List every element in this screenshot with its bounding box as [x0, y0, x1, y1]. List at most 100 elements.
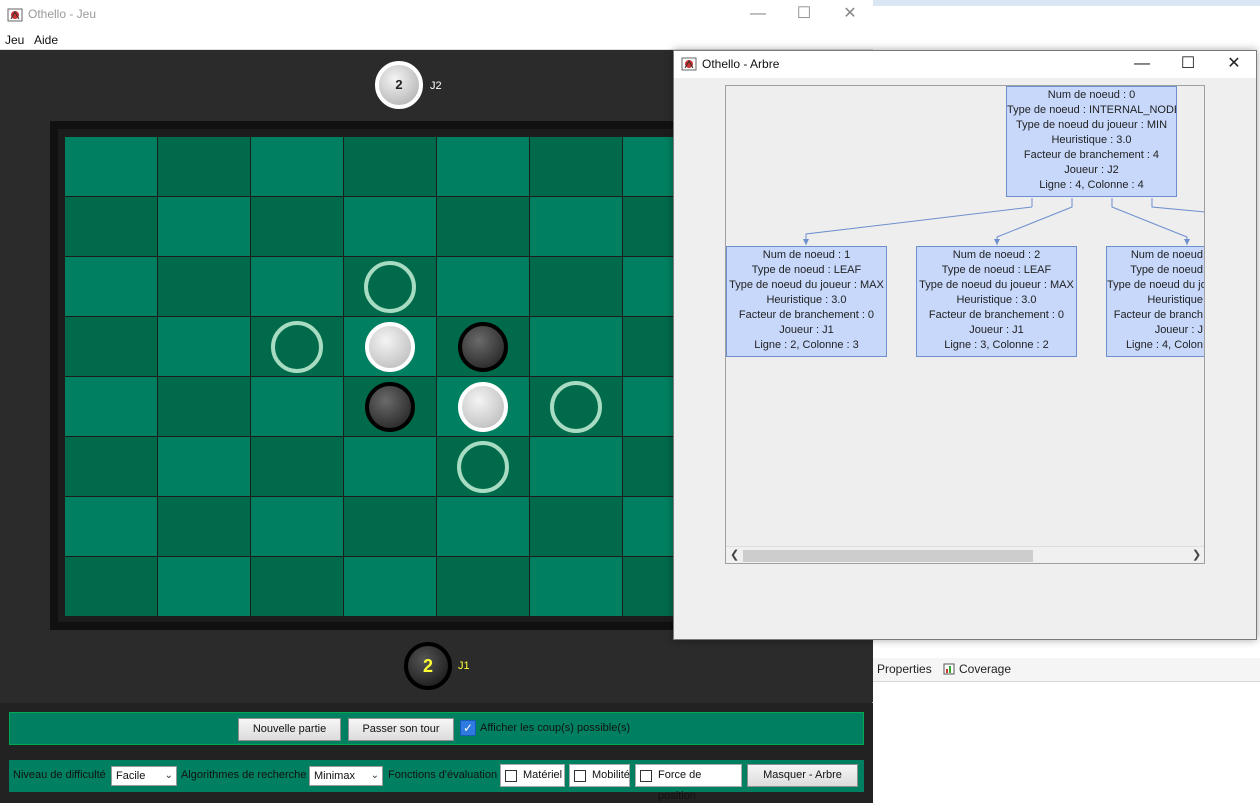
pass-turn-button[interactable]: Passer son tour	[348, 718, 454, 741]
board-cell[interactable]	[158, 137, 250, 196]
chevron-down-icon: ⌄	[164, 770, 173, 781]
coverage-icon	[943, 663, 955, 675]
minimize-icon[interactable]: —	[1119, 51, 1165, 78]
tree-node-child-3: Num de noeud Type de noeud Type de noeud…	[1106, 246, 1204, 357]
evaluation-label: Fonctions d'évaluation	[388, 769, 498, 781]
mobility-checkbox[interactable]: Mobilité	[569, 764, 630, 787]
board-cell[interactable]	[623, 137, 673, 196]
tab-coverage[interactable]: Coverage	[943, 662, 1011, 676]
board-cell[interactable]	[344, 197, 436, 256]
menu-bar: Jeu Aide	[0, 30, 873, 50]
tree-window-title: Othello - Arbre	[702, 57, 780, 71]
java-app-icon	[681, 57, 697, 71]
show-moves-checkbox[interactable]: ✓	[460, 720, 476, 736]
difficulty-label: Niveau de difficulté	[13, 769, 106, 781]
minimize-icon[interactable]: —	[735, 0, 781, 30]
board-cell[interactable]	[65, 137, 157, 196]
board-cell[interactable]	[344, 497, 436, 556]
board-cell[interactable]	[65, 497, 157, 556]
tab-properties[interactable]: Properties	[877, 662, 932, 676]
tree-canvas: Num de noeud : 0 Type de noeud : INTERNA…	[725, 85, 1205, 564]
board-cell[interactable]	[623, 257, 673, 316]
board-cell[interactable]	[251, 437, 343, 496]
node-line: Num de noeud : 2	[952, 249, 1041, 261]
board-cell[interactable]	[623, 497, 673, 556]
material-label: Matériel	[523, 769, 563, 781]
board-cell[interactable]	[530, 257, 622, 316]
board-cell[interactable]	[344, 137, 436, 196]
board-cell[interactable]	[158, 317, 250, 376]
possible-move-marker[interactable]	[271, 321, 323, 373]
node-line: Num de noeud	[1130, 249, 1203, 261]
board-cell[interactable]	[437, 197, 529, 256]
new-game-button[interactable]: Nouvelle partie	[238, 718, 341, 741]
hide-tree-button[interactable]: Masquer - Arbre	[747, 764, 858, 787]
board-cell[interactable]	[530, 197, 622, 256]
node-line: Num de noeud : 0	[1047, 89, 1136, 101]
player1-label: J1	[458, 660, 470, 672]
possible-move-marker[interactable]	[364, 261, 416, 313]
board-cell[interactable]	[158, 557, 250, 616]
board-cell[interactable]	[65, 557, 157, 616]
board-cell[interactable]	[158, 377, 250, 436]
horizontal-scrollbar[interactable]: ❮ ❯	[726, 546, 1204, 563]
black-disc	[365, 382, 415, 432]
tree-node-child-2: Num de noeud : 2 Type de noeud : LEAF Ty…	[916, 246, 1077, 357]
board-cell[interactable]	[65, 257, 157, 316]
board-cell[interactable]	[158, 197, 250, 256]
board-cell[interactable]	[344, 557, 436, 616]
board-cell[interactable]	[530, 557, 622, 616]
board-cell[interactable]	[158, 437, 250, 496]
algorithm-select[interactable]: Minimax ⌄	[309, 766, 383, 786]
board-cell[interactable]	[65, 197, 157, 256]
board-cell[interactable]	[623, 557, 673, 616]
checkbox-box	[505, 770, 517, 782]
node-line: Ligne : 2, Colonne : 3	[754, 339, 859, 351]
menu-aide[interactable]: Aide	[34, 33, 58, 47]
maximize-icon[interactable]: ☐	[781, 0, 827, 30]
board-cell[interactable]	[251, 257, 343, 316]
board-cell[interactable]	[437, 137, 529, 196]
scroll-right-icon[interactable]: ❯	[1192, 548, 1201, 561]
board-cell[interactable]	[158, 257, 250, 316]
menu-jeu[interactable]: Jeu	[5, 33, 24, 47]
board-cell[interactable]	[251, 137, 343, 196]
board-cell[interactable]	[344, 437, 436, 496]
board-cell[interactable]	[530, 437, 622, 496]
scroll-left-icon[interactable]: ❮	[730, 548, 739, 561]
board-cell[interactable]	[251, 497, 343, 556]
maximize-icon[interactable]: ☐	[1165, 51, 1211, 78]
board-cell[interactable]	[158, 497, 250, 556]
black-disc	[458, 322, 508, 372]
player2-label: J2	[430, 80, 442, 92]
node-line: Heuristique : 3.0	[1051, 134, 1132, 146]
scrollbar-thumb[interactable]	[743, 550, 1033, 562]
board-cell[interactable]	[437, 257, 529, 316]
board-cell[interactable]	[65, 437, 157, 496]
board-cell[interactable]	[251, 197, 343, 256]
board-cell[interactable]	[65, 317, 157, 376]
position-checkbox[interactable]: Force de position	[635, 764, 742, 802]
difficulty-select[interactable]: Facile ⌄	[111, 766, 177, 786]
board-cell[interactable]	[623, 317, 673, 376]
board-cell[interactable]	[65, 377, 157, 436]
node-line: Joueur : J1	[969, 324, 1024, 336]
board-cell[interactable]	[623, 437, 673, 496]
close-icon[interactable]: ✕	[1211, 51, 1257, 78]
board-cell[interactable]	[437, 557, 529, 616]
node-line: Heuristique	[1147, 294, 1203, 306]
node-line: Type de noeud : INTERNAL_NODE	[1007, 104, 1177, 116]
board-cell[interactable]	[623, 377, 673, 436]
board-cell[interactable]	[530, 497, 622, 556]
board-cell[interactable]	[530, 137, 622, 196]
board-cell[interactable]	[251, 557, 343, 616]
material-checkbox[interactable]: Matériel	[500, 764, 565, 787]
board-cell[interactable]	[437, 497, 529, 556]
player1-score: 2	[422, 656, 433, 676]
board-cell[interactable]	[623, 197, 673, 256]
possible-move-marker[interactable]	[550, 381, 602, 433]
board-cell[interactable]	[251, 377, 343, 436]
close-icon[interactable]: ✕	[827, 0, 873, 30]
possible-move-marker[interactable]	[457, 441, 509, 493]
board-cell[interactable]	[530, 317, 622, 376]
